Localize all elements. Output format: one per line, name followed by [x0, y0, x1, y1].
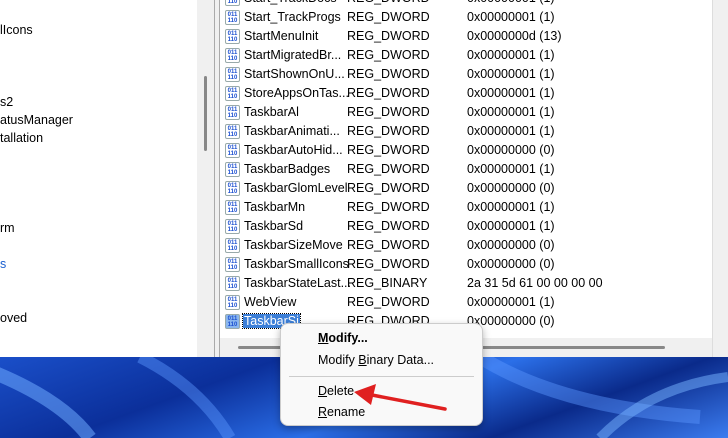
annotation-arrow [354, 384, 447, 411]
